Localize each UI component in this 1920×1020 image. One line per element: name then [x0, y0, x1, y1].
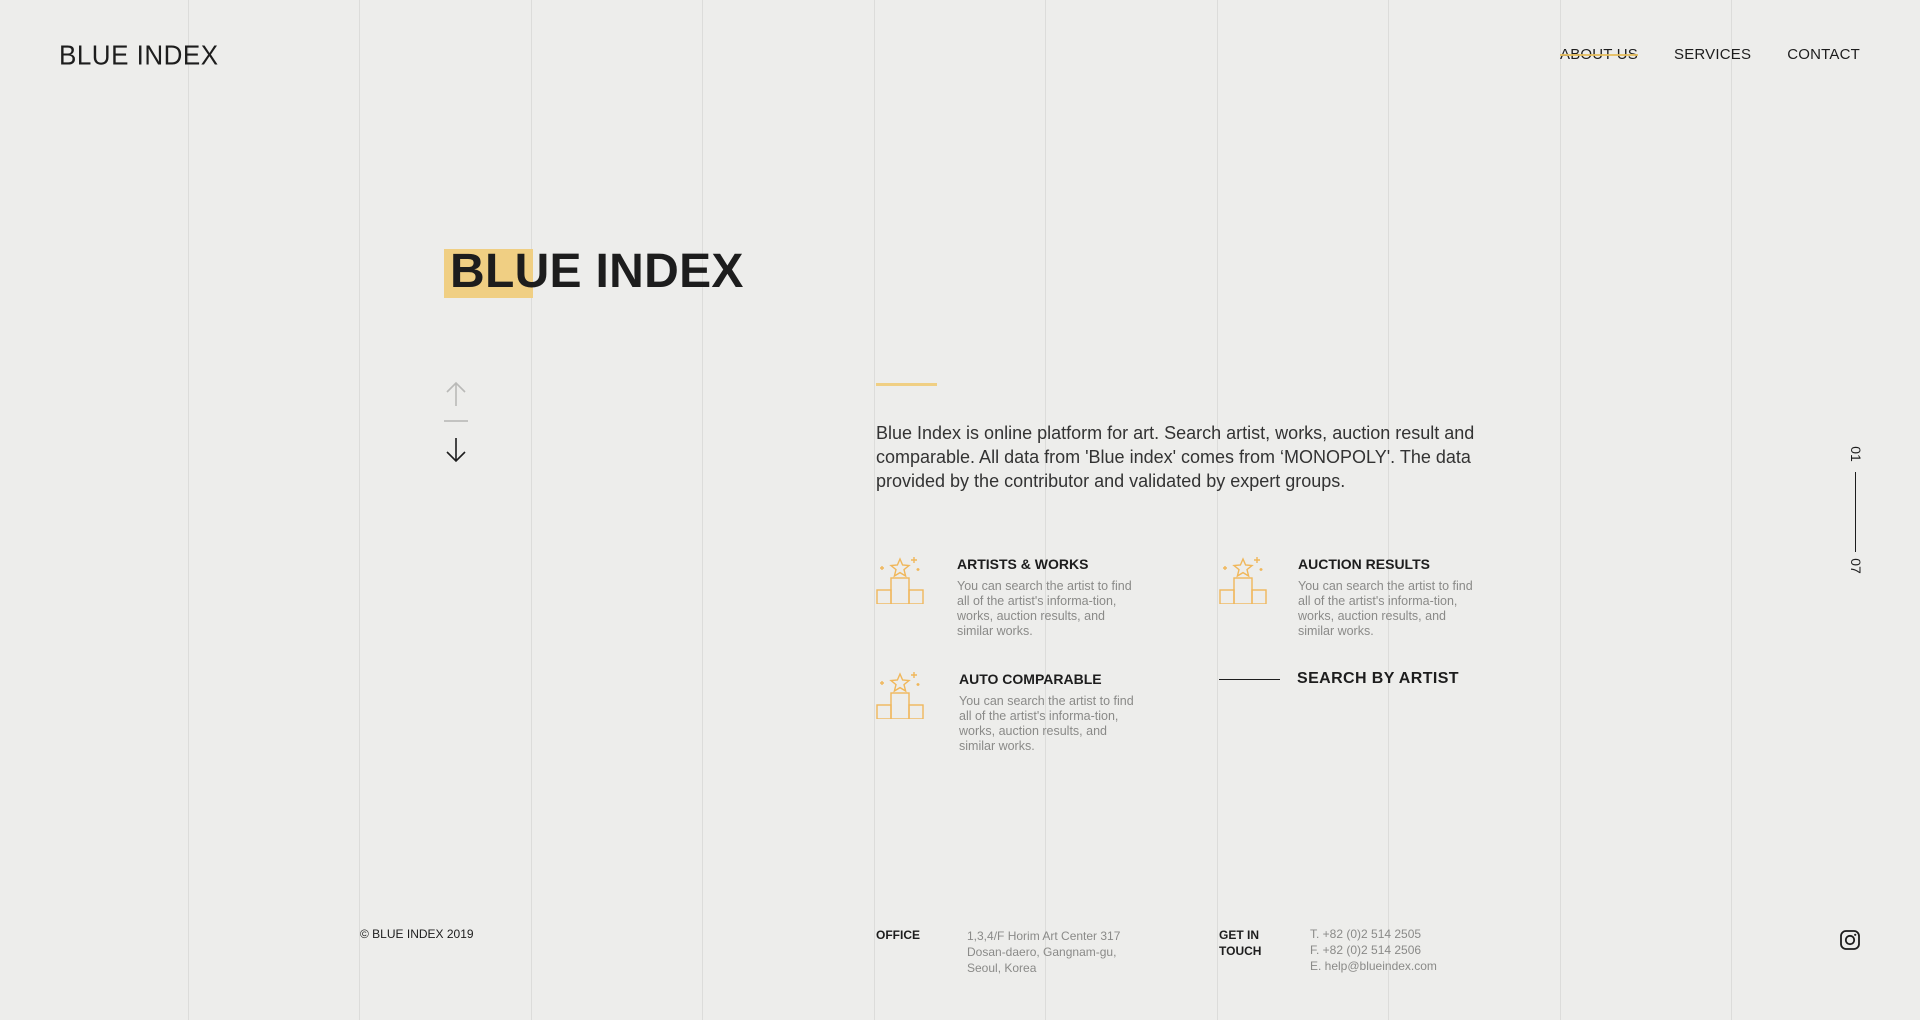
feature-title: AUCTION RESULTS: [1298, 556, 1430, 572]
grid-line: [1217, 0, 1218, 1020]
nav-services[interactable]: SERVICES: [1674, 46, 1751, 63]
arrow-down-icon[interactable]: [444, 436, 468, 464]
page-indicator: 01 07: [1846, 446, 1866, 576]
podium-star-icon: [876, 557, 924, 604]
main-nav: ABOUT US SERVICES CONTACT: [1560, 46, 1860, 63]
grid-line: [702, 0, 703, 1020]
pager-line: [1855, 472, 1856, 552]
grid-line: [188, 0, 189, 1020]
grid-line: [1560, 0, 1561, 1020]
arrow-divider: [444, 420, 468, 422]
copyright: © BLUE INDEX 2019: [360, 927, 474, 941]
grid-line: [1731, 0, 1732, 1020]
contact-info: T. +82 (0)2 514 2505 F. +82 (0)2 514 250…: [1310, 926, 1437, 974]
grid-line: [1045, 0, 1046, 1020]
podium-star-icon: [1219, 557, 1267, 604]
podium-star-icon: [876, 672, 924, 719]
search-by-artist-link[interactable]: SEARCH BY ARTIST: [1219, 670, 1459, 688]
intro-paragraph: Blue Index is online platform for art. S…: [876, 423, 1475, 491]
instagram-icon[interactable]: [1840, 930, 1860, 950]
office-label: OFFICE: [876, 928, 920, 942]
section-arrows: [444, 380, 468, 464]
grid-line: [359, 0, 360, 1020]
fax: F. +82 (0)2 514 2506: [1310, 943, 1422, 957]
feature-title: AUTO COMPARABLE: [959, 671, 1102, 687]
link-rule: [1219, 678, 1280, 680]
get-in-touch-label: GET IN TOUCH: [1219, 928, 1262, 958]
address-line: 1,3,4/F Horim Art Center 317: [967, 929, 1121, 943]
nav-contact[interactable]: CONTACT: [1787, 46, 1860, 63]
search-by-artist-label: SEARCH BY ARTIST: [1297, 670, 1459, 687]
accent-bar: [876, 383, 937, 386]
feature-title: ARTISTS & WORKS: [957, 556, 1089, 572]
feature-description: You can search the artist to find all of…: [1298, 579, 1473, 638]
pager-total: 07: [1848, 558, 1864, 574]
grid-line: [874, 0, 875, 1020]
grid-line: [531, 0, 532, 1020]
hero-title: BLUE INDEX: [444, 244, 744, 300]
arrow-up-icon[interactable]: [444, 380, 468, 408]
address-line: Seoul, Korea: [967, 961, 1037, 975]
nav-about-us[interactable]: ABOUT US: [1560, 46, 1639, 63]
phone[interactable]: T. +82 (0)2 514 2505: [1310, 926, 1437, 942]
email-link[interactable]: E. help@blueindex.com: [1310, 958, 1437, 974]
pager-current: 01: [1848, 446, 1864, 462]
feature-description: You can search the artist to find all of…: [957, 579, 1132, 638]
site-logo[interactable]: BLUE INDEX: [59, 39, 219, 72]
address-line: Dosan-daero, Gangnam-gu,: [967, 945, 1117, 959]
office-address: 1,3,4/F Horim Art Center 317 Dosan-daero…: [967, 928, 1120, 976]
grid-line: [1388, 0, 1389, 1020]
feature-description: You can search the artist to find all of…: [959, 694, 1134, 753]
hero-title-text: BLUE INDEX: [450, 245, 744, 298]
